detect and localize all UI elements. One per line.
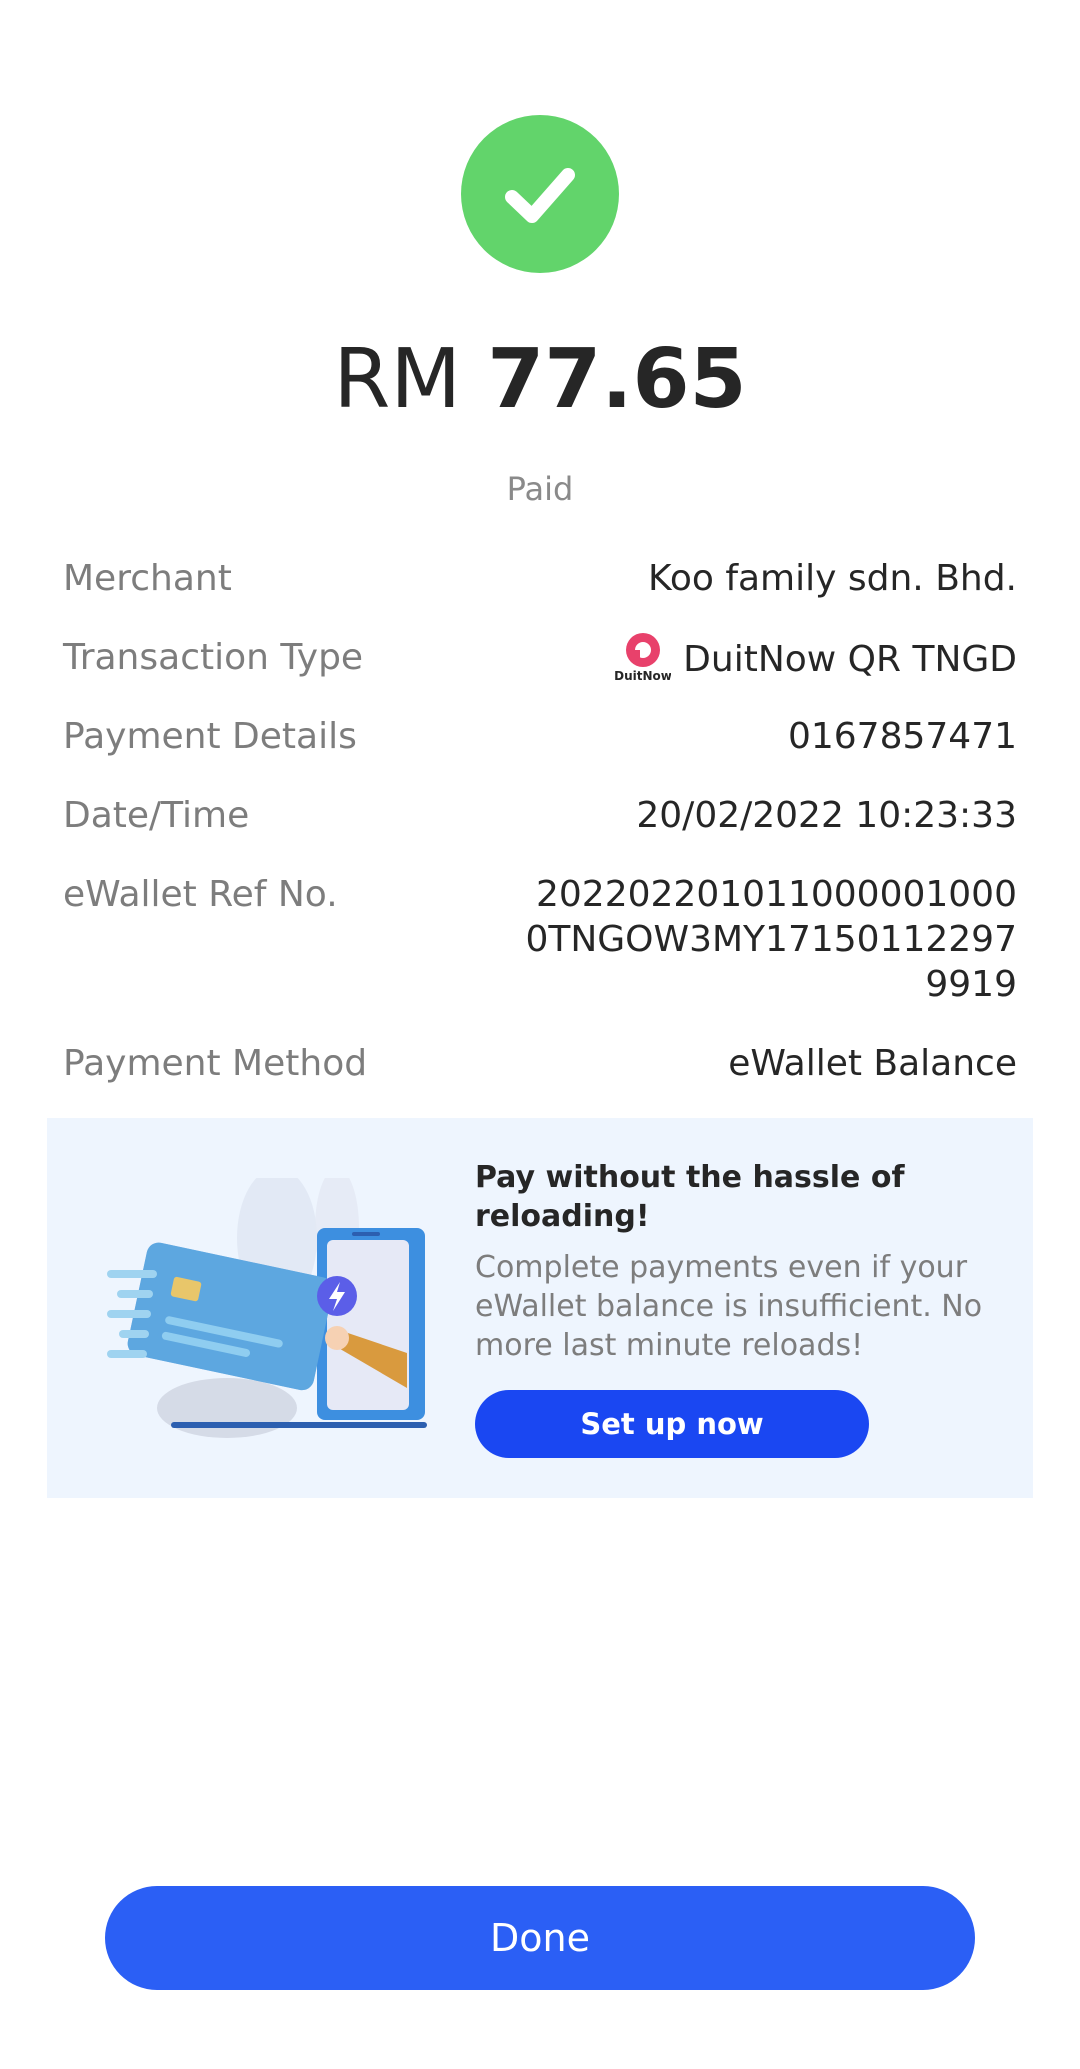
date-time-label: Date/Time (63, 795, 250, 836)
date-time-value: 20/02/2022 10:23:33 (636, 795, 1017, 836)
duitnow-logo-icon: DuitNow (615, 633, 671, 683)
transaction-type-value-wrap: DuitNow DuitNow QR TNGD (615, 633, 1017, 687)
card-payment-illustration (107, 1178, 427, 1438)
transaction-type-label: Transaction Type (63, 637, 364, 678)
auto-reload-promo-banner: Pay without the hassle of reloading! Com… (47, 1118, 1033, 1498)
payment-details-value: 0167857471 (787, 716, 1017, 757)
promo-description: Complete payments even if your eWallet b… (475, 1250, 983, 1363)
amount-value: 77.65 (487, 332, 747, 427)
duitnow-logo-text: DuitNow (615, 669, 671, 683)
ewallet-ref-label: eWallet Ref No. (63, 874, 338, 915)
checkmark-icon (505, 168, 575, 223)
payment-details-label: Payment Details (63, 716, 357, 757)
promo-title: Pay without the hassle of reloading! (475, 1160, 905, 1234)
set-up-now-button[interactable]: Set up now (475, 1390, 869, 1458)
payment-method-label: Payment Method (63, 1043, 368, 1084)
transaction-type-value: DuitNow QR TNGD (683, 639, 1017, 680)
amount-currency: RM (333, 332, 462, 427)
merchant-value: Koo family sdn. Bhd. (648, 558, 1017, 599)
done-button[interactable]: Done (105, 1886, 975, 1990)
payment-receipt-screen: RM 77.65 Paid Merchant Koo family sdn. B… (0, 0, 1080, 2069)
check-circle-icon (461, 115, 619, 273)
ewallet-ref-row: eWallet Ref No. 20220220101100000100​00T… (63, 872, 1017, 1007)
payment-method-value: eWallet Balance (728, 1043, 1017, 1084)
payment-status: Paid (506, 470, 574, 508)
amount-paid: RM 77.65 (0, 330, 1080, 430)
merchant-label: Merchant (63, 558, 232, 599)
ewallet-ref-value: 20220220101100000100​00TNGOW3MY171501122… (525, 874, 1017, 1005)
